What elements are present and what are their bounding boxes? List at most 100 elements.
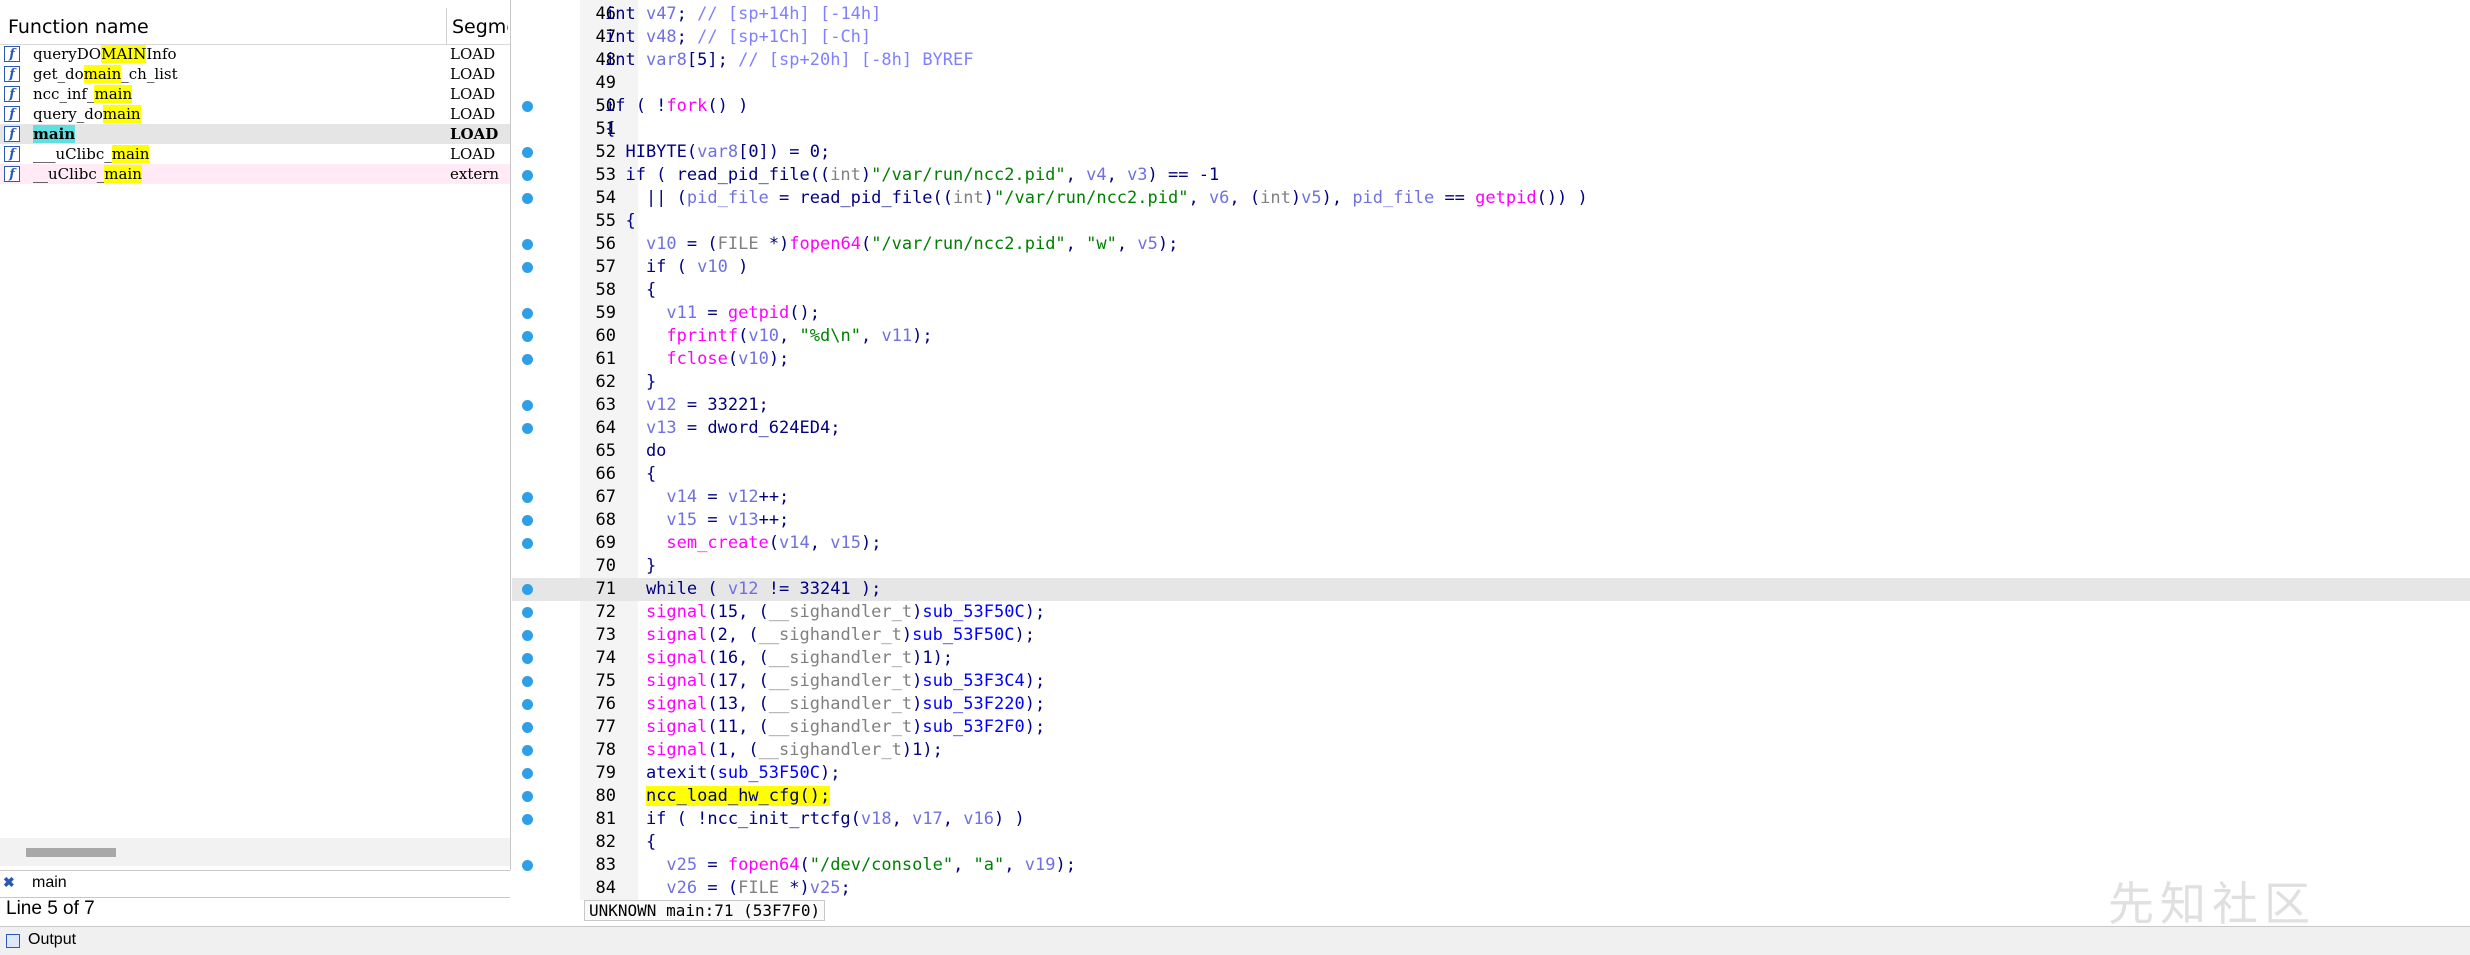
code-text[interactable]: }	[605, 371, 656, 394]
code-text[interactable]: v25 = fopen64("/dev/console", "a", v19);	[605, 854, 1076, 877]
breakpoint-dot-icon[interactable]	[522, 584, 533, 595]
code-line[interactable]: 46 int v47; // [sp+14h] [-14h]	[512, 3, 2470, 26]
code-text[interactable]: }	[605, 555, 656, 578]
breakpoint-dot-icon[interactable]	[522, 653, 533, 664]
code-line[interactable]: 66 {	[512, 463, 2470, 486]
code-text[interactable]: fprintf(v10, "%d\n", v11);	[605, 325, 932, 348]
breakpoint-dot-icon[interactable]	[522, 722, 533, 733]
code-text[interactable]: {	[605, 279, 656, 302]
code-line[interactable]: 56 v10 = (FILE *)fopen64("/var/run/ncc2.…	[512, 233, 2470, 256]
function-row[interactable]: f __uClibc_main extern	[0, 164, 510, 184]
code-line[interactable]: 49	[512, 72, 2470, 95]
code-line[interactable]: 57 if ( v10 )	[512, 256, 2470, 279]
code-text[interactable]: signal(17, (__sighandler_t)sub_53F3C4);	[605, 670, 1045, 693]
code-line[interactable]: 59 v11 = getpid();	[512, 302, 2470, 325]
breakpoint-dot-icon[interactable]	[522, 860, 533, 871]
code-text[interactable]: do	[605, 440, 666, 463]
code-line[interactable]: 80 ncc_load_hw_cfg();	[512, 785, 2470, 808]
column-header-function-name[interactable]: Function name	[8, 16, 149, 38]
filter-text[interactable]: main	[32, 874, 67, 892]
breakpoint-dot-icon[interactable]	[522, 515, 533, 526]
code-text[interactable]: v15 = v13++;	[605, 509, 789, 532]
breakpoint-dot-icon[interactable]	[522, 193, 533, 204]
code-line[interactable]: 74 signal(16, (__sighandler_t)1);	[512, 647, 2470, 670]
code-line[interactable]: 82 {	[512, 831, 2470, 854]
code-text[interactable]: signal(1, (__sighandler_t)1);	[605, 739, 943, 762]
output-bar[interactable]: Output	[0, 926, 2470, 955]
code-text[interactable]: int v48; // [sp+1Ch] [-Ch]	[605, 26, 871, 49]
code-text[interactable]: signal(15, (__sighandler_t)sub_53F50C);	[605, 601, 1045, 624]
code-text[interactable]: {	[605, 831, 656, 854]
code-text[interactable]: v11 = getpid();	[605, 302, 820, 325]
breakpoint-dot-icon[interactable]	[522, 400, 533, 411]
code-text[interactable]: signal(16, (__sighandler_t)1);	[605, 647, 953, 670]
code-area[interactable]: 46 int v47; // [sp+14h] [-14h] 47 int v48; …	[512, 0, 2470, 900]
breakpoint-dot-icon[interactable]	[522, 745, 533, 756]
breakpoint-dot-icon[interactable]	[522, 170, 533, 181]
code-line[interactable]: 69 sem_create(v14, v15);	[512, 532, 2470, 555]
code-line[interactable]: 48 int var8[5]; // [sp+20h] [-8h] BYREF	[512, 49, 2470, 72]
code-line[interactable]: 53 if ( read_pid_file((int)"/var/run/ncc…	[512, 164, 2470, 187]
code-text[interactable]: || (pid_file = read_pid_file((int)"/var/…	[605, 187, 1588, 210]
column-header-segment[interactable]: Segme	[452, 16, 508, 38]
breakpoint-dot-icon[interactable]	[522, 676, 533, 687]
breakpoint-dot-icon[interactable]	[522, 607, 533, 618]
clear-filter-icon[interactable]: ✖	[3, 874, 15, 891]
breakpoint-dot-icon[interactable]	[522, 630, 533, 641]
code-text[interactable]: {	[605, 118, 615, 141]
function-row[interactable]: f queryDOMAINInfo LOAD	[0, 44, 510, 64]
breakpoint-dot-icon[interactable]	[522, 423, 533, 434]
breakpoint-dot-icon[interactable]	[522, 538, 533, 549]
code-line[interactable]: 58 {	[512, 279, 2470, 302]
code-text[interactable]: signal(11, (__sighandler_t)sub_53F2F0);	[605, 716, 1045, 739]
breakpoint-dot-icon[interactable]	[522, 101, 533, 112]
code-text[interactable]: v13 = dword_624ED4;	[605, 417, 840, 440]
code-line[interactable]: 72 signal(15, (__sighandler_t)sub_53F50C…	[512, 601, 2470, 624]
breakpoint-dot-icon[interactable]	[522, 331, 533, 342]
code-line[interactable]: 68 v15 = v13++;	[512, 509, 2470, 532]
code-line[interactable]: 76 signal(13, (__sighandler_t)sub_53F220…	[512, 693, 2470, 716]
filter-bar[interactable]: ✖ main	[0, 870, 510, 898]
output-label[interactable]: Output	[28, 931, 76, 949]
code-text[interactable]: signal(13, (__sighandler_t)sub_53F220);	[605, 693, 1045, 716]
code-text[interactable]: signal(2, (__sighandler_t)sub_53F50C);	[605, 624, 1035, 647]
code-text[interactable]: v12 = 33221;	[605, 394, 769, 417]
code-line[interactable]: 78 signal(1, (__sighandler_t)1);	[512, 739, 2470, 762]
code-line[interactable]: 47 int v48; // [sp+1Ch] [-Ch]	[512, 26, 2470, 49]
code-text[interactable]: {	[605, 210, 635, 233]
pseudocode-pane[interactable]: 46 int v47; // [sp+14h] [-14h] 47 int v48; …	[512, 0, 2470, 925]
code-line[interactable]: 52 HIBYTE(var8[0]) = 0;	[512, 141, 2470, 164]
code-line[interactable]: 73 signal(2, (__sighandler_t)sub_53F50C)…	[512, 624, 2470, 647]
breakpoint-dot-icon[interactable]	[522, 791, 533, 802]
code-line[interactable]: 70 }	[512, 555, 2470, 578]
code-text[interactable]: HIBYTE(var8[0]) = 0;	[605, 141, 830, 164]
breakpoint-dot-icon[interactable]	[522, 147, 533, 158]
breakpoint-dot-icon[interactable]	[522, 699, 533, 710]
breakpoint-dot-icon[interactable]	[522, 308, 533, 319]
code-line[interactable]: 51{	[512, 118, 2470, 141]
code-text[interactable]: atexit(sub_53F50C);	[605, 762, 841, 785]
function-row[interactable]: f query_domain LOAD	[0, 104, 510, 124]
function-row[interactable]: f ___uClibc_main LOAD	[0, 144, 510, 164]
code-line[interactable]: 64 v13 = dword_624ED4;	[512, 417, 2470, 440]
code-line[interactable]: 61 fclose(v10);	[512, 348, 2470, 371]
code-line[interactable]: 75 signal(17, (__sighandler_t)sub_53F3C4…	[512, 670, 2470, 693]
code-text[interactable]: while ( v12 != 33241 );	[605, 578, 881, 601]
code-text[interactable]: sem_create(v14, v15);	[605, 532, 881, 555]
breakpoint-dot-icon[interactable]	[522, 239, 533, 250]
code-text[interactable]: if ( read_pid_file((int)"/var/run/ncc2.p…	[605, 164, 1219, 187]
code-text[interactable]: if ( !ncc_init_rtcfg(v18, v17, v16) )	[605, 808, 1025, 831]
code-text[interactable]: int v47; // [sp+14h] [-14h]	[605, 3, 881, 26]
code-line[interactable]: 62 }	[512, 371, 2470, 394]
code-line[interactable]: 63 v12 = 33221;	[512, 394, 2470, 417]
code-text[interactable]: if ( v10 )	[605, 256, 748, 279]
code-text[interactable]: ncc_load_hw_cfg();	[605, 785, 831, 808]
code-line[interactable]: 54 || (pid_file = read_pid_file((int)"/v…	[512, 187, 2470, 210]
function-row[interactable]: f get_domain_ch_list LOAD	[0, 64, 510, 84]
code-text[interactable]: v10 = (FILE *)fopen64("/var/run/ncc2.pid…	[605, 233, 1178, 256]
code-text[interactable]: {	[605, 463, 656, 486]
breakpoint-dot-icon[interactable]	[522, 354, 533, 365]
code-line[interactable]: 67 v14 = v12++;	[512, 486, 2470, 509]
breakpoint-dot-icon[interactable]	[522, 492, 533, 503]
scrollbar-thumb[interactable]	[26, 848, 116, 857]
